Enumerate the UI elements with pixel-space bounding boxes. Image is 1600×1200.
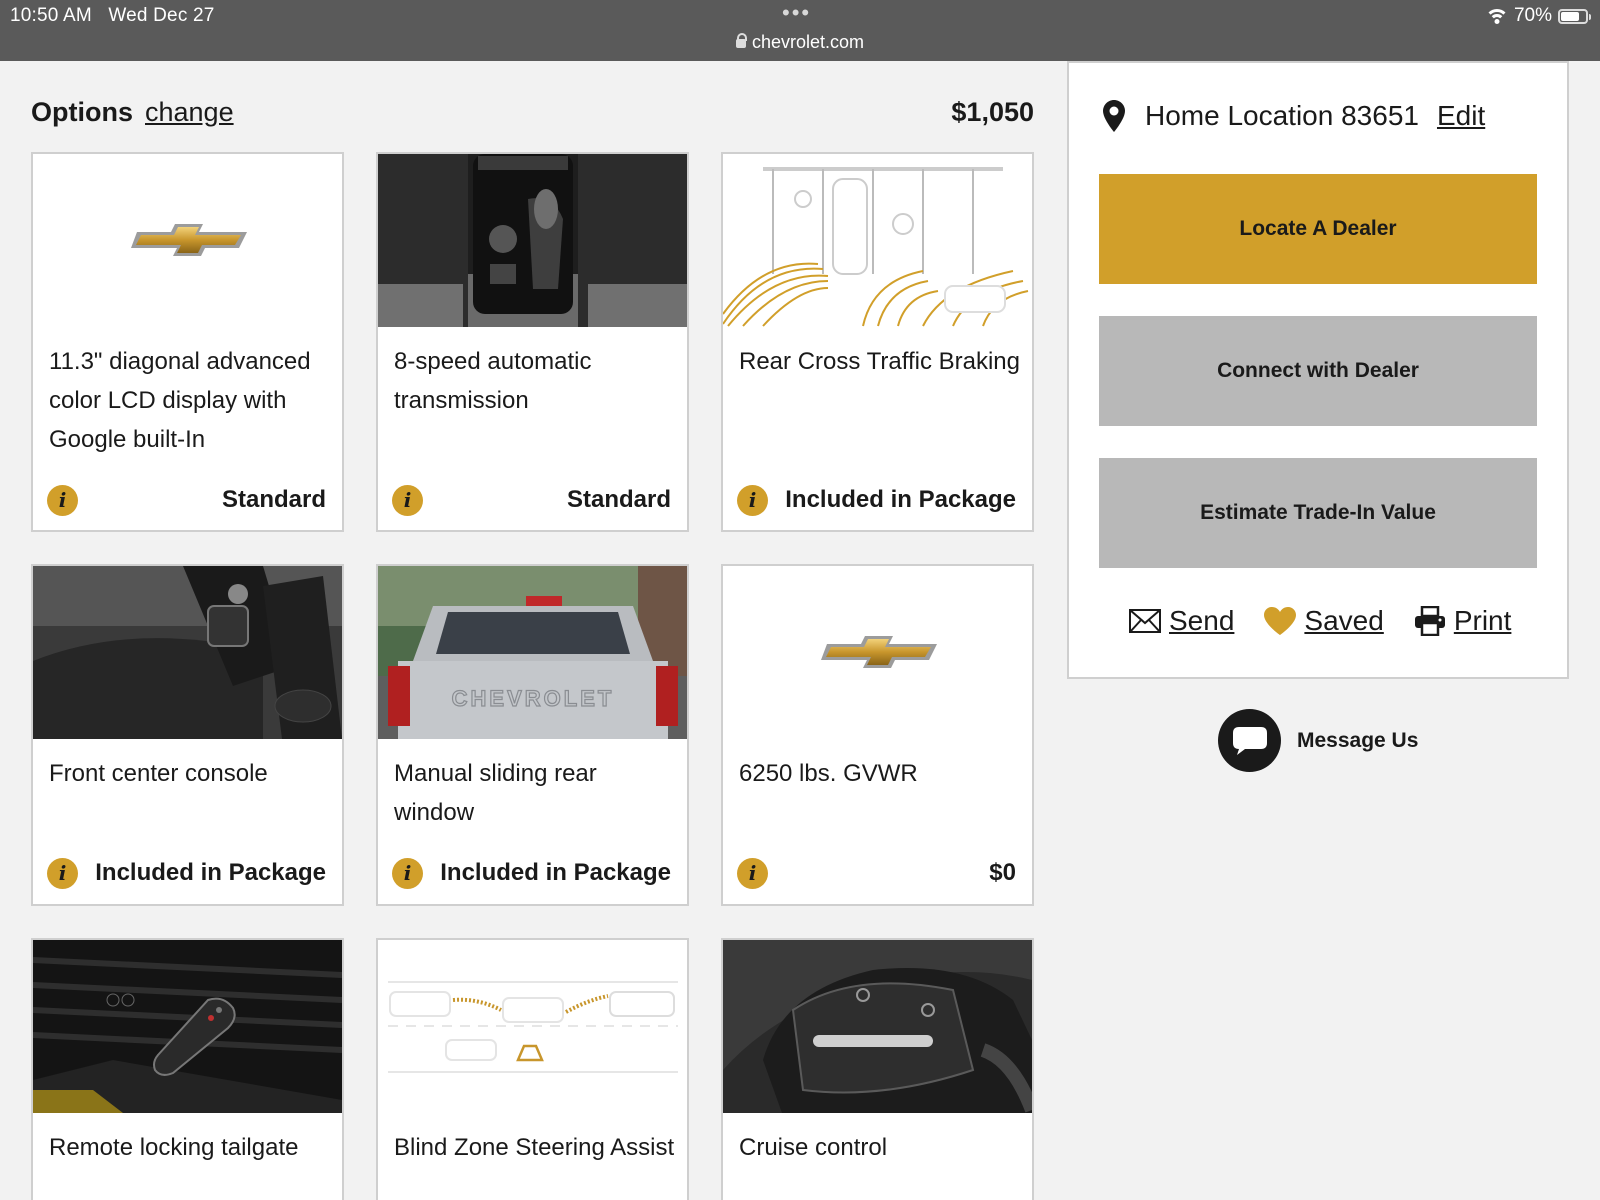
option-card-gvwr: 6250 lbs. GVWR i $0	[721, 564, 1034, 906]
card-image	[723, 154, 1032, 327]
shifter-photo-icon	[378, 154, 687, 327]
option-card-rear-window: CHEVROLET Manual sliding rear window i I…	[376, 564, 689, 906]
estimate-trade-in-button[interactable]: Estimate Trade-In Value	[1099, 458, 1537, 568]
battery-percent: 70%	[1513, 5, 1552, 26]
rear-window-photo-icon: CHEVROLET	[378, 566, 687, 739]
option-card-tailgate: Remote locking tailgate	[31, 938, 344, 1200]
chat-bubble-icon	[1218, 709, 1281, 772]
card-image	[378, 154, 687, 327]
key-fob-photo-icon	[33, 940, 342, 1113]
card-image	[378, 940, 687, 1113]
send-label: Send	[1169, 605, 1235, 636]
multitask-dots-icon[interactable]: •••	[782, 0, 811, 26]
card-title: 11.3" diagonal advanced color LCD displa…	[49, 348, 311, 453]
option-card-cruise-control: Cruise control	[721, 938, 1034, 1200]
battery-icon	[1558, 8, 1591, 24]
card-title: 6250 lbs. GVWR	[739, 760, 918, 787]
status-date: Wed Dec 27	[108, 5, 215, 26]
info-icon[interactable]: i	[392, 858, 423, 889]
card-status: $0	[989, 859, 1016, 886]
card-image	[33, 940, 342, 1113]
card-image	[723, 566, 1032, 739]
message-us-label: Message Us	[1297, 728, 1419, 752]
info-icon[interactable]: i	[737, 485, 768, 516]
address-bar[interactable]: chevrolet.com	[0, 32, 1600, 53]
option-card-transmission: 8-speed automatic transmission i Standar…	[376, 152, 689, 532]
status-time: 10:50 AM Wed Dec 27	[10, 5, 215, 26]
printer-icon	[1414, 606, 1445, 636]
card-title: 8-speed automatic transmission	[394, 348, 592, 414]
option-card-lcd-display: 11.3" diagonal advanced color LCD displa…	[31, 152, 344, 532]
steering-wheel-photo-icon	[723, 940, 1032, 1113]
card-status: Included in Package	[785, 486, 1016, 513]
home-location-label: Home Location 83651	[1145, 100, 1419, 131]
heart-icon	[1264, 607, 1297, 635]
tailgate-lettering: CHEVROLET	[452, 686, 615, 711]
info-icon[interactable]: i	[47, 485, 78, 516]
rear-cross-traffic-diagram-icon	[723, 167, 1029, 327]
card-status: Included in Package	[95, 859, 326, 886]
card-title: Blind Zone Steering Assist	[394, 1134, 675, 1161]
card-title: Manual sliding rear window	[394, 760, 597, 826]
options-title: Options	[31, 97, 133, 127]
saved-button[interactable]: Saved	[1264, 605, 1384, 637]
edit-location-link[interactable]: Edit	[1437, 100, 1485, 132]
connect-dealer-button[interactable]: Connect with Dealer	[1099, 316, 1537, 426]
status-right: 70%	[1485, 5, 1591, 27]
url-text: chevrolet.com	[751, 32, 865, 52]
option-card-blind-zone: Blind Zone Steering Assist	[376, 938, 689, 1200]
card-image: CHEVROLET	[378, 566, 687, 739]
location-pin-icon	[1103, 100, 1125, 132]
console-photo-icon	[33, 566, 342, 739]
chevrolet-logo-icon	[131, 224, 247, 256]
blind-zone-diagram-icon	[388, 981, 678, 1073]
print-button[interactable]: Print	[1414, 605, 1512, 637]
card-title: Rear Cross Traffic Braking	[739, 348, 1020, 375]
send-button[interactable]: Send	[1129, 605, 1234, 637]
message-us-button[interactable]: Message Us	[1218, 709, 1418, 772]
card-image	[723, 940, 1032, 1113]
option-card-center-console: Front center console i Included in Packa…	[31, 564, 344, 906]
locate-dealer-button[interactable]: Locate A Dealer	[1099, 174, 1537, 284]
info-icon[interactable]: i	[737, 858, 768, 889]
info-icon[interactable]: i	[47, 858, 78, 889]
info-icon[interactable]: i	[392, 485, 423, 516]
card-status: Standard	[566, 486, 671, 513]
status-bar: 10:50 AM Wed Dec 27 ••• chevrolet.com 70…	[0, 0, 1600, 61]
card-status: Included in Package	[440, 859, 671, 886]
option-card-rear-cross-traffic: Rear Cross Traffic Braking i Included in…	[721, 152, 1034, 532]
wifi-icon	[1485, 8, 1508, 24]
card-title: Cruise control	[739, 1134, 888, 1161]
change-link[interactable]: change	[145, 97, 234, 128]
saved-label: Saved	[1304, 605, 1384, 636]
chevrolet-logo-icon	[821, 636, 937, 668]
home-location-row: Home Location 83651 Edit	[1103, 100, 1485, 132]
envelope-icon	[1129, 609, 1161, 633]
dealer-panel: Home Location 83651 Edit Locate A Dealer…	[1067, 61, 1569, 679]
card-image	[33, 566, 342, 739]
card-title: Front center console	[49, 760, 268, 787]
card-title: Remote locking tailgate	[49, 1134, 299, 1161]
options-total: $1,050	[951, 97, 1034, 127]
share-actions: Send Saved Print	[1129, 605, 1541, 637]
card-status: Standard	[221, 486, 326, 513]
lock-icon	[735, 33, 747, 48]
print-label: Print	[1453, 605, 1512, 636]
card-image	[33, 154, 342, 327]
